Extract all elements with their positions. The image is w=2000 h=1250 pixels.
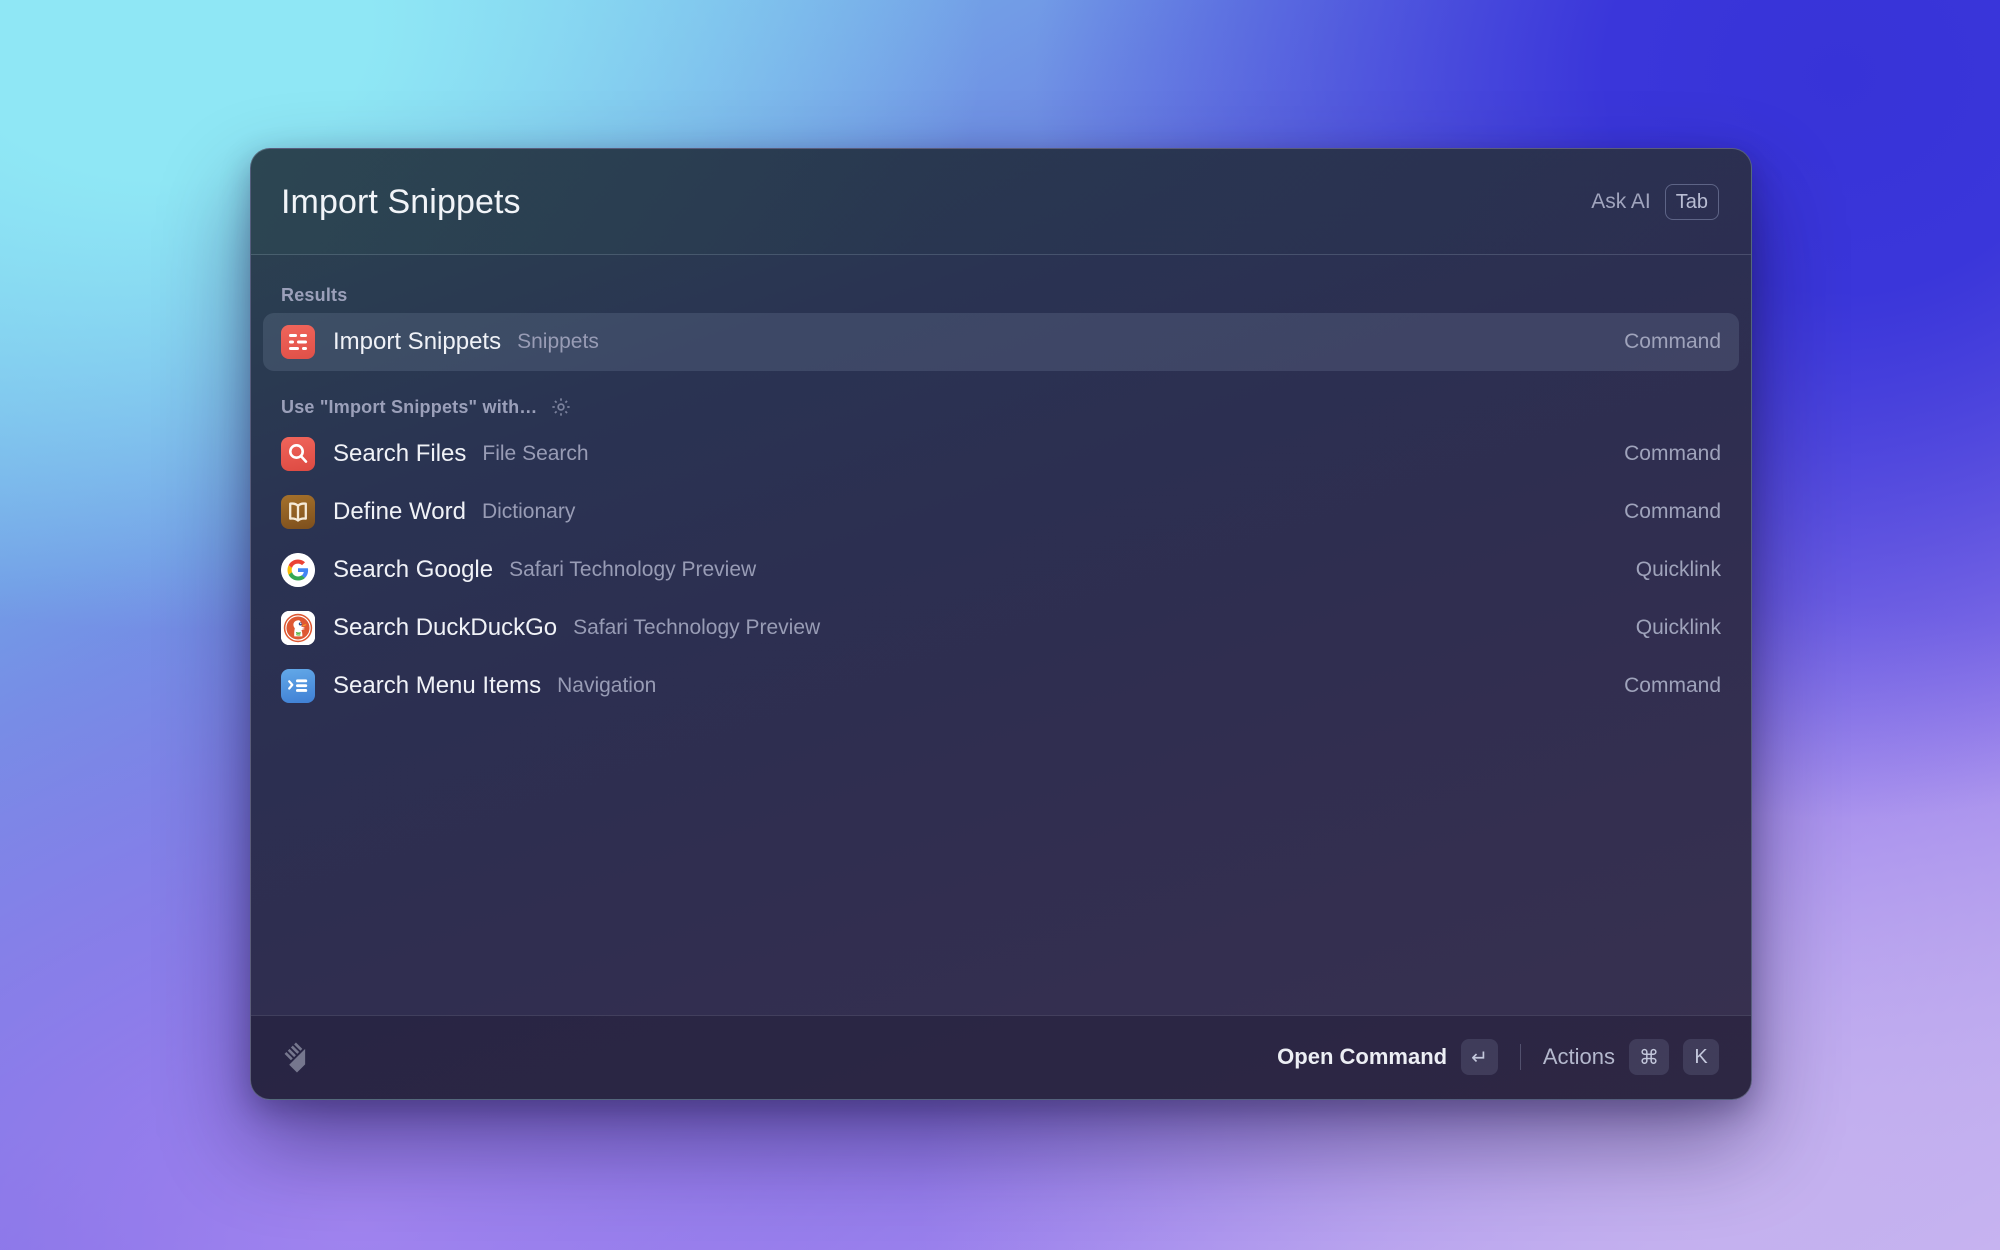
list-item-subtitle: Safari Technology Preview [573, 616, 820, 640]
list-item-subtitle: Safari Technology Preview [509, 558, 756, 582]
list-item[interactable]: Search DuckDuckGo Safari Technology Prev… [263, 599, 1739, 657]
list-item-type: Command [1624, 442, 1721, 466]
list-item-subtitle: Navigation [557, 674, 656, 698]
list-item-type: Command [1624, 500, 1721, 524]
results-list: Results Import Snippets Snippets Command [251, 255, 1751, 1015]
k-key[interactable]: K [1683, 1039, 1719, 1075]
list-item-title: Search Files [333, 440, 466, 468]
google-icon [281, 553, 315, 587]
list-item-title: Search Menu Items [333, 672, 541, 700]
section-header-use-with: Use "Import Snippets" with… [251, 389, 1751, 425]
ask-ai-label[interactable]: Ask AI [1591, 190, 1651, 214]
list-item[interactable]: Define Word Dictionary Command [263, 483, 1739, 541]
ask-ai-tab-key[interactable]: Tab [1665, 184, 1719, 220]
list-item-title: Search Google [333, 556, 493, 584]
raycast-logo [279, 1039, 315, 1075]
search-input[interactable]: Import Snippets [281, 183, 521, 222]
list-item[interactable]: Import Snippets Snippets Command [263, 313, 1739, 371]
header-actions: Ask AI Tab [1591, 184, 1719, 220]
menu-list-icon [281, 669, 315, 703]
desktop-wallpaper: Import Snippets Ask AI Tab Results [0, 0, 2000, 1250]
list-item-subtitle: Snippets [517, 330, 599, 354]
open-command-label[interactable]: Open Command [1277, 1044, 1447, 1070]
list-item-title: Define Word [333, 498, 466, 526]
raycast-launcher-window: Import Snippets Ask AI Tab Results [250, 148, 1752, 1100]
list-item-type: Quicklink [1636, 558, 1721, 582]
section-header-results: Results [251, 277, 1751, 313]
list-item-type: Quicklink [1636, 616, 1721, 640]
list-item-type: Command [1624, 674, 1721, 698]
enter-key[interactable]: ↵ [1461, 1039, 1498, 1075]
list-item-title: Search DuckDuckGo [333, 614, 557, 642]
section-title: Use "Import Snippets" with… [281, 397, 538, 418]
list-item[interactable]: Search Files File Search Command [263, 425, 1739, 483]
duckduckgo-icon [281, 611, 315, 645]
footer-divider [1520, 1044, 1521, 1070]
list-item-type: Command [1624, 330, 1721, 354]
list-item-title: Import Snippets [333, 328, 501, 356]
gear-icon[interactable] [550, 396, 572, 418]
section-title: Results [281, 285, 347, 306]
list-item-subtitle: File Search [482, 442, 588, 466]
list-item[interactable]: Search Menu Items Navigation Command [263, 657, 1739, 715]
actions-label[interactable]: Actions [1543, 1044, 1615, 1070]
book-icon [281, 495, 315, 529]
footer-bar: Open Command ↵ Actions ⌘ K [251, 1015, 1751, 1099]
footer-actions: Open Command ↵ Actions ⌘ K [1277, 1039, 1719, 1075]
list-item-subtitle: Dictionary [482, 500, 575, 524]
search-bar[interactable]: Import Snippets Ask AI Tab [251, 149, 1751, 255]
magnifier-icon [281, 437, 315, 471]
list-item[interactable]: Search Google Safari Technology Preview … [263, 541, 1739, 599]
snippets-icon [281, 325, 315, 359]
command-key[interactable]: ⌘ [1629, 1039, 1669, 1075]
